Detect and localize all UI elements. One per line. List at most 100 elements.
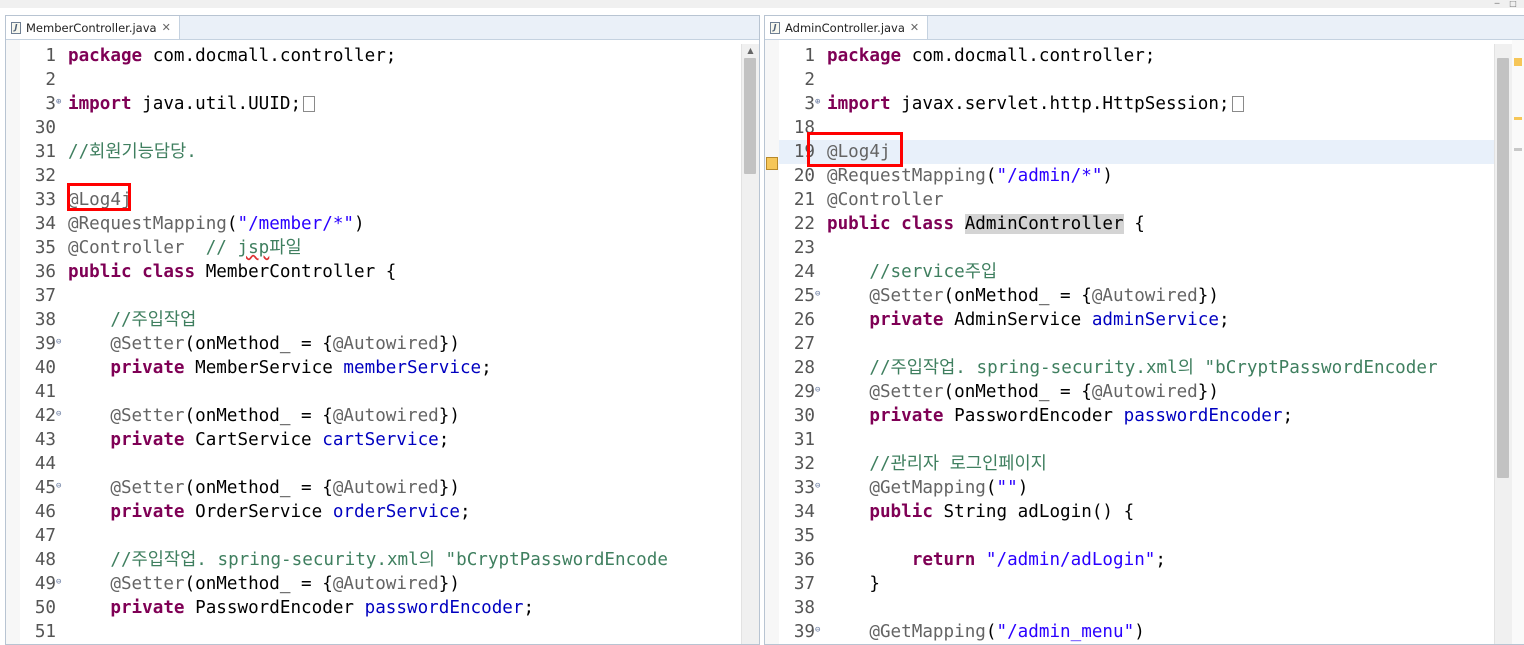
fold-toggle-icon[interactable]: ⊖ xyxy=(56,572,66,592)
code-token: private xyxy=(869,406,944,426)
fold-toggle-icon[interactable]: ⊖ xyxy=(815,380,825,400)
line-number: 31 xyxy=(793,430,815,450)
code-line[interactable]: 36 public class MemberController { xyxy=(20,260,729,284)
fold-toggle-icon[interactable]: ⊖ xyxy=(56,332,66,352)
line-number: 36 xyxy=(793,550,815,570)
code-line[interactable]: 37 xyxy=(20,284,729,308)
close-icon[interactable]: ✕ xyxy=(162,22,171,33)
code-text: @RequestMapping("/admin/*") xyxy=(825,166,1113,186)
overview-occurrence-marker[interactable] xyxy=(1514,117,1522,120)
scrollbar-thumb[interactable] xyxy=(1497,58,1509,478)
code-line[interactable]: 3⊕ import javax.servlet.http.HttpSession; xyxy=(779,92,1494,116)
fold-toggle-icon[interactable]: ⊖ xyxy=(815,284,825,304)
code-line[interactable]: 38 //주입작업 xyxy=(20,308,729,332)
scrollbar-thumb[interactable] xyxy=(744,58,756,174)
code-line[interactable]: 21 @Controller xyxy=(779,188,1494,212)
code-line[interactable]: 34 @RequestMapping("/member/*") xyxy=(20,212,729,236)
code-token: passwordEncoder xyxy=(1123,406,1283,426)
scroll-up-icon[interactable]: ▲ xyxy=(742,44,759,58)
code-line[interactable]: 48 //주입작업. spring-security.xml의 "bCryptP… xyxy=(20,548,729,572)
fold-toggle-icon[interactable]: ⊕ xyxy=(815,92,825,112)
vertical-scrollbar[interactable]: ▲ xyxy=(741,44,759,644)
code-line[interactable]: 24 //service주입 xyxy=(779,260,1494,284)
code-line[interactable]: 51 xyxy=(20,620,729,644)
code-line[interactable]: 44 xyxy=(20,452,729,476)
code-line[interactable]: 33⊖ @GetMapping("") xyxy=(779,476,1494,500)
tab-admin-controller[interactable]: J AdminController.java ✕ xyxy=(765,16,929,39)
code-line[interactable]: 41 xyxy=(20,380,729,404)
code-line[interactable]: 3⊕ import java.util.UUID; xyxy=(20,92,729,116)
code-line[interactable]: 2 xyxy=(20,68,729,92)
code-token: ; xyxy=(1218,310,1230,330)
code-text: private PasswordEncoder passwordEncoder; xyxy=(825,406,1293,426)
overview-warning-marker[interactable] xyxy=(1514,58,1522,66)
code-area[interactable]: 1 package com.docmall.controller; 2 3⊕ impor… xyxy=(20,44,729,644)
code-line[interactable]: 33 @Log4j xyxy=(20,188,729,212)
code-line[interactable]: 39⊖ @Setter(onMethod_ = {@Autowired}) xyxy=(20,332,729,356)
code-line[interactable]: 34 public String adLogin() { xyxy=(779,500,1494,524)
overview-occurrence-marker[interactable] xyxy=(1514,148,1522,151)
code-token: @Autowired xyxy=(332,574,439,594)
vertical-scrollbar[interactable] xyxy=(1494,44,1512,644)
line-number: 39 xyxy=(793,622,815,642)
code-line[interactable]: 30 xyxy=(20,116,729,140)
code-line[interactable]: 29⊖ @Setter(onMethod_ = {@Autowired}) xyxy=(779,380,1494,404)
code-text: //주입작업 xyxy=(66,310,196,330)
code-line[interactable]: 31 //회원기능담당. xyxy=(20,140,729,164)
code-line[interactable]: 40 private MemberService memberService; xyxy=(20,356,729,380)
code-line[interactable]: 22 public class AdminController { xyxy=(779,212,1494,236)
code-line[interactable]: 39⊖ @GetMapping("/admin_menu") xyxy=(779,620,1494,644)
code-line[interactable]: 20 @RequestMapping("/admin/*") xyxy=(779,164,1494,188)
code-line[interactable]: 32 //관리자 로그인페이지 xyxy=(779,452,1494,476)
code-token: orderService xyxy=(332,502,460,522)
code-line[interactable]: 2 xyxy=(779,68,1494,92)
warning-marker-icon[interactable] xyxy=(766,157,778,170)
collapsed-imports-icon[interactable] xyxy=(1231,96,1244,112)
code-line[interactable]: 50 private PasswordEncoder passwordEncod… xyxy=(20,596,729,620)
code-line[interactable]: 1 package com.docmall.controller; xyxy=(779,44,1494,68)
code-line[interactable]: 31 xyxy=(779,428,1494,452)
code-line[interactable]: 30 private PasswordEncoder passwordEncod… xyxy=(779,404,1494,428)
line-number: 23 xyxy=(793,238,815,258)
fold-toggle-icon[interactable]: ⊕ xyxy=(56,92,66,112)
code-line[interactable]: 45⊖ @Setter(onMethod_ = {@Autowired}) xyxy=(20,476,729,500)
code-line[interactable]: 1 package com.docmall.controller; xyxy=(20,44,729,68)
code-line[interactable]: 28 //주입작업. spring-security.xml의 "bCryptP… xyxy=(779,356,1494,380)
code-token: @Setter xyxy=(110,478,185,498)
maximize-icon[interactable]: □ xyxy=(1506,0,1520,8)
code-line[interactable]: 46 private OrderService orderService; xyxy=(20,500,729,524)
collapsed-imports-icon[interactable] xyxy=(303,96,316,112)
line-number: 30 xyxy=(793,406,815,426)
fold-toggle-icon[interactable]: ⊖ xyxy=(815,476,825,496)
code-line[interactable]: 26 private AdminService adminService; xyxy=(779,308,1494,332)
code-line[interactable]: 18 xyxy=(779,116,1494,140)
close-icon[interactable]: ✕ xyxy=(910,22,919,33)
code-line[interactable]: 43 private CartService cartService; xyxy=(20,428,729,452)
code-line[interactable]: 38 xyxy=(779,596,1494,620)
code-line[interactable]: 27 xyxy=(779,332,1494,356)
code-line[interactable]: 35 @Controller // jsp파일 xyxy=(20,236,729,260)
code-line[interactable]: 25⊖ @Setter(onMethod_ = {@Autowired}) xyxy=(779,284,1494,308)
code-area[interactable]: 1 package com.docmall.controller; 2 3⊕ impor… xyxy=(779,44,1494,644)
code-line[interactable]: 42⊖ @Setter(onMethod_ = {@Autowired}) xyxy=(20,404,729,428)
code-line[interactable]: 32 xyxy=(20,164,729,188)
code-token: (onMethod_ = { xyxy=(943,286,1092,306)
fold-toggle-icon[interactable]: ⊖ xyxy=(56,404,66,424)
overview-ruler xyxy=(1512,40,1524,644)
line-number: 49 xyxy=(34,574,56,594)
code-line[interactable]: 23 xyxy=(779,236,1494,260)
code-line[interactable]: 36 return "/admin/adLogin"; xyxy=(779,548,1494,572)
code-line[interactable]: 47 xyxy=(20,524,729,548)
tab-member-controller[interactable]: J MemberController.java ✕ xyxy=(6,16,180,39)
code-line[interactable]: 37 } xyxy=(779,572,1494,596)
minimize-icon[interactable]: ─ xyxy=(1490,0,1504,8)
fold-toggle-icon[interactable]: ⊖ xyxy=(815,620,825,640)
code-text: private AdminService adminService; xyxy=(825,310,1230,330)
fold-toggle-icon[interactable]: ⊖ xyxy=(56,476,66,496)
code-line[interactable]: 35 xyxy=(779,524,1494,548)
code-line[interactable]: 19 @Log4j xyxy=(779,140,1494,164)
code-line[interactable]: 49⊖ @Setter(onMethod_ = {@Autowired}) xyxy=(20,572,729,596)
